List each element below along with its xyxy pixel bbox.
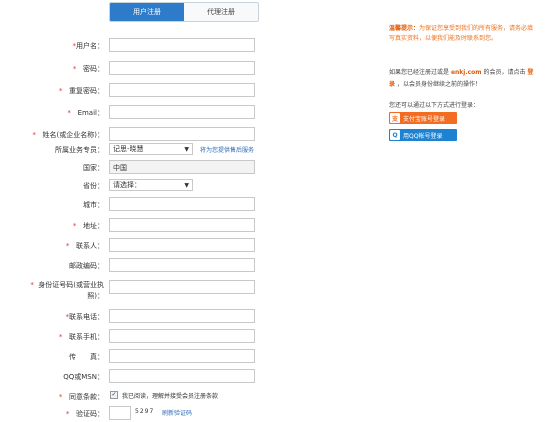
- qq-login-label: 用QQ帐号登录: [403, 132, 443, 140]
- email-input[interactable]: [109, 105, 255, 119]
- qq-input[interactable]: [109, 369, 255, 383]
- row-fax: 传 真：: [0, 349, 300, 365]
- row-country: 国家： 中国: [0, 160, 300, 176]
- tab-agent-register[interactable]: 代理注册: [184, 3, 258, 21]
- row-zip: 邮政编码：: [0, 258, 300, 274]
- email-label: * Email：: [67, 109, 104, 117]
- row-qq: QQ或MSN：: [0, 369, 300, 385]
- province-value: 请选择：: [113, 181, 141, 189]
- row-city: 城市：: [0, 197, 300, 213]
- alipay-login-button[interactable]: 支 支付宝账号登录: [389, 112, 457, 124]
- city-input[interactable]: [109, 197, 255, 211]
- row-repeat-password: * 重复密码：: [0, 83, 300, 99]
- captcha-label: * 验证码：: [65, 410, 104, 418]
- address-input[interactable]: [109, 218, 255, 232]
- username-input[interactable]: [109, 38, 255, 52]
- row-address: * 地址：: [0, 218, 300, 234]
- salesman-hint: 将为您提供售后服务: [200, 147, 255, 154]
- row-province: 省份： 请选择： ▼: [0, 178, 300, 194]
- mobile-label: * 联系手机：: [58, 333, 104, 341]
- other-login-title: 您还可以通过以下方式进行登录：: [389, 102, 480, 109]
- chevron-down-icon: ▼: [184, 145, 189, 153]
- site-name: enkj.com: [450, 69, 482, 76]
- row-mobile: * 联系手机：: [0, 329, 300, 345]
- phone-label: *联系电话：: [65, 313, 105, 321]
- mobile-input[interactable]: [109, 329, 255, 343]
- id-number-label: * 身份证号码(或营业执 照)：: [30, 281, 104, 300]
- repeat-password-input[interactable]: [109, 83, 255, 97]
- salesman-select[interactable]: 记思-晓慧 ▼: [109, 143, 193, 155]
- qq-icon: Q: [390, 130, 400, 140]
- address-label: * 地址：: [72, 222, 104, 230]
- row-id-number: * 身份证号码(或营业执 照)：: [0, 280, 300, 306]
- row-contact: * 联系人：: [0, 238, 300, 254]
- country-label: 国家：: [83, 164, 104, 172]
- fax-label: 传 真：: [69, 353, 104, 361]
- captcha-image[interactable]: 5297: [135, 408, 154, 415]
- agree-checkbox[interactable]: ✓: [110, 391, 118, 399]
- captcha-input[interactable]: [109, 406, 131, 420]
- province-select[interactable]: 请选择： ▼: [109, 179, 193, 191]
- alipay-icon: 支: [390, 113, 400, 123]
- province-label: 省份：: [83, 182, 104, 190]
- qq-label: QQ或MSN：: [63, 373, 104, 381]
- salesman-label: 所属业务专员：: [55, 146, 104, 154]
- notice-title: 温馨提示：: [389, 25, 420, 32]
- contact-input[interactable]: [109, 238, 255, 252]
- row-salesman: 所属业务专员： 记思-晓慧 ▼ 将为您提供售后服务: [0, 142, 400, 158]
- fax-input[interactable]: [109, 349, 255, 363]
- name-input[interactable]: [109, 127, 255, 141]
- login-hint-mid: 的会员，请点击: [483, 69, 526, 76]
- name-label: * 姓名(或企业名称)：: [32, 131, 104, 139]
- salesman-value: 记思-晓慧: [113, 145, 144, 153]
- notice-box: 温馨提示：为保证您享受到我们的所有服务，请务必填写真实资料，以便我们能及时联系到…: [389, 24, 539, 44]
- tab-personal-register[interactable]: 用户注册: [110, 3, 184, 21]
- password-label: * 密码：: [72, 65, 104, 73]
- id-number-input[interactable]: [109, 280, 255, 294]
- login-hint-post: ，以会员身份继续之前的操作！: [396, 81, 481, 88]
- alipay-login-label: 支付宝账号登录: [403, 115, 446, 123]
- agree-label: * 同意条款：: [58, 393, 104, 401]
- row-agree: * 同意条款： ✓ 我已阅读，理解并接受会员注册条款: [0, 389, 400, 405]
- member-login-hint: 如果您已经注册过或是 enkj.com 的会员，请点击 登录 ，以会员身份继续之…: [389, 67, 539, 91]
- country-field[interactable]: 中国: [109, 160, 255, 174]
- row-name: * 姓名(或企业名称)：: [0, 127, 300, 143]
- row-captcha: * 验证码： 5297 刷新验证码: [0, 406, 400, 422]
- password-input[interactable]: [109, 61, 255, 75]
- login-hint-pre: 如果您已经注册过或是: [389, 69, 450, 76]
- agree-terms-text: 我已阅读，理解并接受会员注册条款: [122, 393, 219, 400]
- row-email: * Email：: [0, 105, 300, 121]
- phone-input[interactable]: [109, 309, 255, 323]
- contact-label: * 联系人：: [65, 242, 104, 250]
- register-tabs: 用户注册 代理注册: [109, 2, 259, 22]
- row-password: * 密码：: [0, 61, 300, 77]
- city-label: 城市：: [83, 201, 104, 209]
- zip-label: 邮政编码：: [69, 262, 104, 270]
- id-number-label-2: 照)：: [87, 292, 104, 300]
- row-phone: *联系电话：: [0, 309, 300, 325]
- zip-input[interactable]: [109, 258, 255, 272]
- qq-login-button[interactable]: Q 用QQ帐号登录: [389, 129, 457, 141]
- username-label: *用户名：: [72, 42, 105, 50]
- chevron-down-icon: ▼: [184, 181, 189, 189]
- row-username: *用户名：: [0, 38, 300, 54]
- repeat-password-label: * 重复密码：: [58, 87, 104, 95]
